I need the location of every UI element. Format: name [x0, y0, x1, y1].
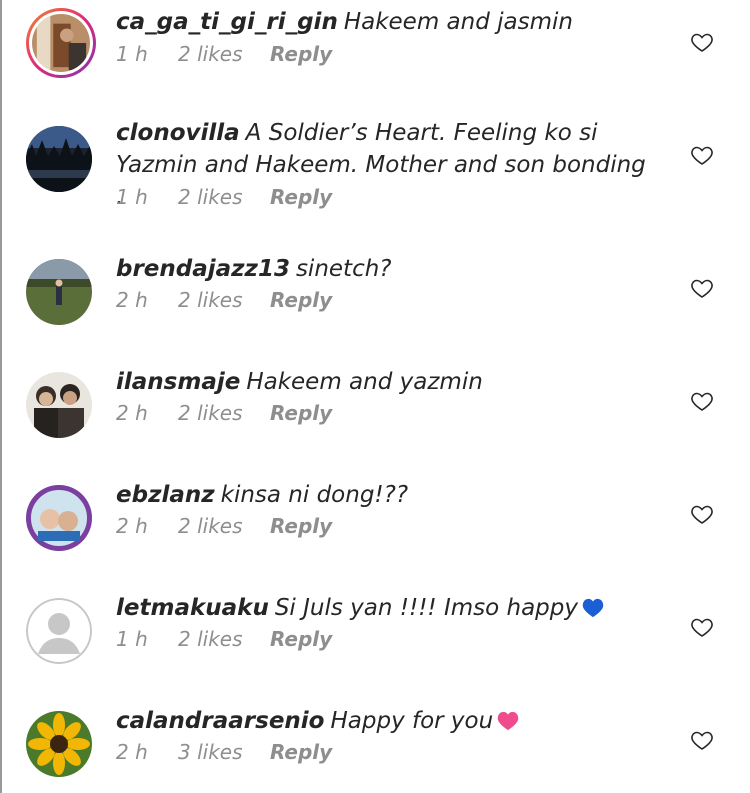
reply-button[interactable]: Reply: [270, 740, 332, 764]
comment-time: 1 h: [116, 42, 148, 66]
comment-time: 2 h: [116, 514, 148, 538]
comment-time: 2 h: [116, 401, 148, 425]
comment-username[interactable]: brendajazz13: [116, 256, 290, 282]
avatar[interactable]: [26, 126, 92, 192]
like-button[interactable]: [690, 389, 714, 413]
reply-button[interactable]: Reply: [270, 185, 332, 209]
comment-time: 2 h: [116, 740, 148, 764]
comment-text: ilansmaje Hakeem and yazmin: [116, 366, 656, 398]
field-photo: [26, 259, 92, 325]
like-button[interactable]: [690, 143, 714, 167]
comment-text: letmakuaku Si Juls yan !!!! Imso happy: [116, 592, 656, 624]
comment-body: kinsa ni dong!??: [220, 482, 409, 508]
reply-button[interactable]: Reply: [270, 514, 332, 538]
comment-meta: 1 h 2 likes Reply: [116, 627, 332, 651]
avatar[interactable]: [26, 598, 92, 664]
pink-heart-emoji: [497, 708, 519, 731]
couple-photo: [26, 372, 92, 438]
like-button[interactable]: [690, 30, 714, 54]
comment-username[interactable]: ebzlanz: [116, 482, 215, 508]
avatar[interactable]: [26, 259, 92, 325]
heart-outline-icon: [691, 731, 713, 750]
comment-likes[interactable]: 2 likes: [178, 185, 270, 209]
comment-likes[interactable]: 3 likes: [178, 740, 270, 764]
like-button[interactable]: [690, 276, 714, 300]
comment-meta: 1 h 2 likes Reply: [116, 42, 332, 66]
comment-text: calandraarsenio Happy for you: [116, 705, 656, 737]
avatar[interactable]: [26, 8, 96, 78]
heart-outline-icon: [691, 618, 713, 637]
reply-button[interactable]: Reply: [270, 288, 332, 312]
comment-meta: 2 h 2 likes Reply: [116, 401, 332, 425]
blue-heart-emoji: [582, 595, 604, 618]
story-ring-photo: [32, 14, 90, 72]
comment-username[interactable]: calandraarsenio: [116, 708, 324, 734]
comment-likes[interactable]: 2 likes: [178, 627, 270, 651]
reply-button[interactable]: Reply: [270, 42, 332, 66]
heart-outline-icon: [691, 33, 713, 52]
comment-body: Hakeem and yazmin: [246, 369, 483, 395]
comment-text: ca_ga_ti_gi_ri_gin Hakeem and jasmin: [116, 6, 656, 38]
like-button[interactable]: [690, 615, 714, 639]
default-avatar: [26, 598, 92, 664]
comment-likes[interactable]: 2 likes: [178, 401, 270, 425]
comment-likes[interactable]: 2 likes: [178, 42, 270, 66]
comment-username[interactable]: ilansmaje: [116, 369, 240, 395]
comment-text: brendajazz13 sinetch?: [116, 253, 656, 285]
like-button[interactable]: [690, 502, 714, 526]
comment-meta: 1 h 2 likes Reply: [116, 185, 332, 209]
comment-time: 1 h: [116, 627, 148, 651]
heart-outline-icon: [691, 146, 713, 165]
heart-outline-icon: [691, 279, 713, 298]
night-forest-photo: [26, 126, 92, 192]
reply-button[interactable]: Reply: [270, 627, 332, 651]
comment-time: 1 h: [116, 185, 148, 209]
avatar[interactable]: [26, 485, 92, 551]
avatar[interactable]: [26, 711, 92, 777]
comment-meta: 2 h 3 likes Reply: [116, 740, 332, 764]
comment-body: sinetch?: [295, 256, 392, 282]
comment-time: 2 h: [116, 288, 148, 312]
comment-username[interactable]: letmakuaku: [116, 595, 269, 621]
like-button[interactable]: [690, 728, 714, 752]
comment-body: Si Juls yan !!!! Imso happy: [274, 595, 578, 621]
reply-button[interactable]: Reply: [270, 401, 332, 425]
sunflower-photo: [26, 711, 92, 777]
heart-outline-icon: [691, 392, 713, 411]
comment-username[interactable]: clonovilla: [116, 120, 240, 146]
left-edge-divider: [0, 0, 2, 793]
avatar[interactable]: [26, 372, 92, 438]
heart-outline-icon: [691, 505, 713, 524]
comment-meta: 2 h 2 likes Reply: [116, 288, 332, 312]
sticker-photo: [26, 485, 92, 551]
comment-text: ebzlanz kinsa ni dong!??: [116, 479, 656, 511]
comment-meta: 2 h 2 likes Reply: [116, 514, 332, 538]
comment-body: Hakeem and jasmin: [343, 9, 573, 35]
comment-likes[interactable]: 2 likes: [178, 288, 270, 312]
comment-username[interactable]: ca_ga_ti_gi_ri_gin: [116, 9, 338, 35]
comment-body: Happy for you: [330, 708, 494, 734]
comment-likes[interactable]: 2 likes: [178, 514, 270, 538]
